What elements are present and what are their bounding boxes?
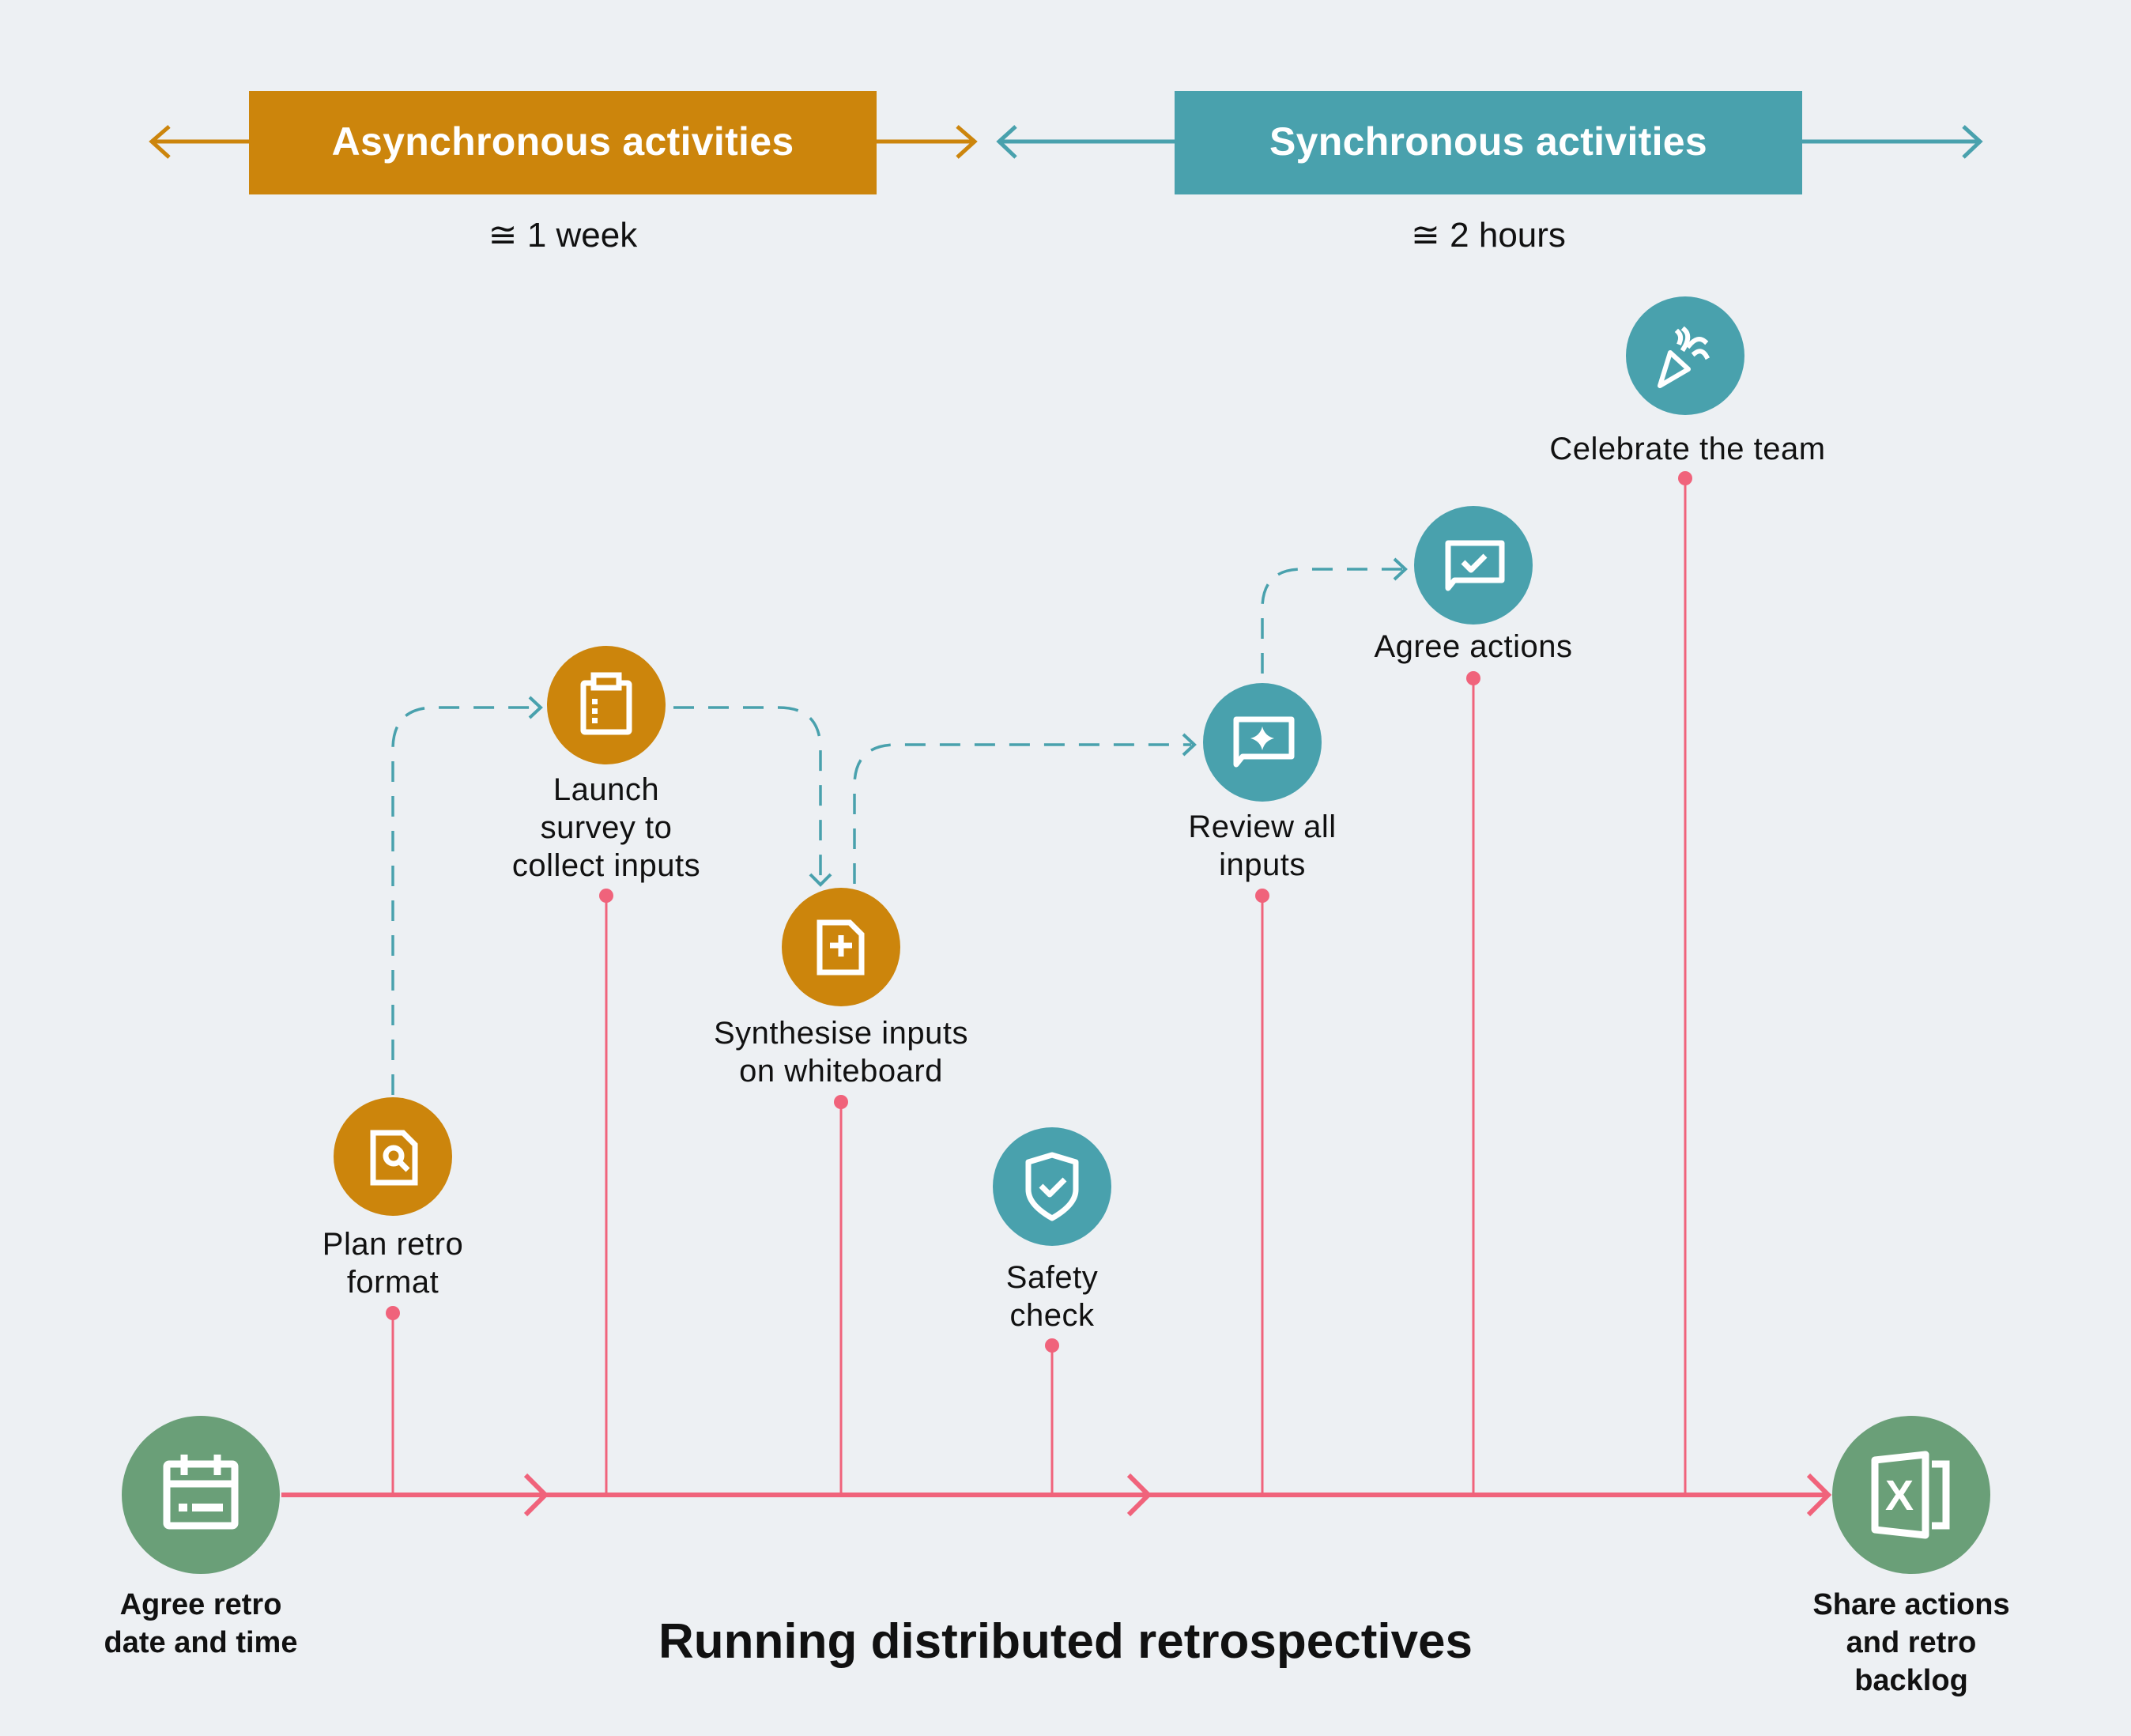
dot-celebrate bbox=[1678, 471, 1692, 485]
step-safety-circle bbox=[993, 1127, 1111, 1246]
async-phase-label: Asynchronous activities bbox=[331, 119, 794, 164]
end-label: Share actions and retro backlog bbox=[1812, 1588, 2010, 1697]
start-label: Agree retro date and time bbox=[104, 1588, 298, 1659]
calendar-icon-detail bbox=[179, 1504, 223, 1511]
sync-duration: ≅ 2 hours bbox=[1411, 216, 1566, 255]
step-plan-node bbox=[334, 1097, 452, 1216]
start-circle bbox=[122, 1416, 280, 1574]
start-node bbox=[122, 1416, 280, 1574]
flow-plan-to-launch bbox=[391, 706, 537, 1095]
dot-safety bbox=[1045, 1338, 1059, 1353]
step-plan-label: Plan retro format bbox=[322, 1227, 464, 1300]
step-synthesise-label: Synthesise inputs on whiteboard bbox=[713, 1016, 969, 1089]
step-celebrate-node bbox=[1626, 296, 1744, 415]
async-duration: ≅ 1 week bbox=[488, 216, 638, 255]
svg-text:X: X bbox=[1885, 1472, 1914, 1519]
end-node: X bbox=[1832, 1416, 1990, 1574]
sync-phase-label: Synchronous activities bbox=[1269, 119, 1707, 164]
step-launch-label: Launch survey to collect inputs bbox=[511, 772, 701, 883]
dot-synthesise bbox=[834, 1095, 848, 1109]
retro-diagram: X Asynchronous activities Synchronous ac… bbox=[0, 0, 2131, 1736]
step-agree-node bbox=[1414, 506, 1533, 625]
step-safety-node bbox=[993, 1127, 1111, 1246]
step-launch-circle bbox=[547, 646, 666, 764]
flow-arrowhead-synthesise bbox=[809, 873, 832, 887]
flow-synthesise-to-review bbox=[853, 743, 1191, 884]
step-celebrate-label: Celebrate the team bbox=[1549, 432, 1826, 466]
diagram-title: Running distributed retrospectives bbox=[658, 1614, 1473, 1669]
step-synthesise-node bbox=[782, 888, 900, 1006]
step-celebrate-circle bbox=[1626, 296, 1744, 415]
dot-launch bbox=[599, 889, 613, 903]
step-launch-node bbox=[547, 646, 666, 764]
step-review-node bbox=[1203, 683, 1322, 802]
diagram-canvas: X bbox=[122, 91, 1990, 1574]
step-review-label: Review all inputs bbox=[1188, 810, 1337, 882]
dot-plan bbox=[386, 1306, 400, 1320]
flow-arrowhead-launch bbox=[528, 696, 543, 719]
dot-review bbox=[1255, 889, 1269, 903]
dot-agree bbox=[1466, 671, 1480, 685]
step-plan-circle bbox=[334, 1097, 452, 1216]
step-agree-label: Agree actions bbox=[1374, 629, 1573, 664]
step-safety-label: Safety check bbox=[1005, 1260, 1099, 1333]
